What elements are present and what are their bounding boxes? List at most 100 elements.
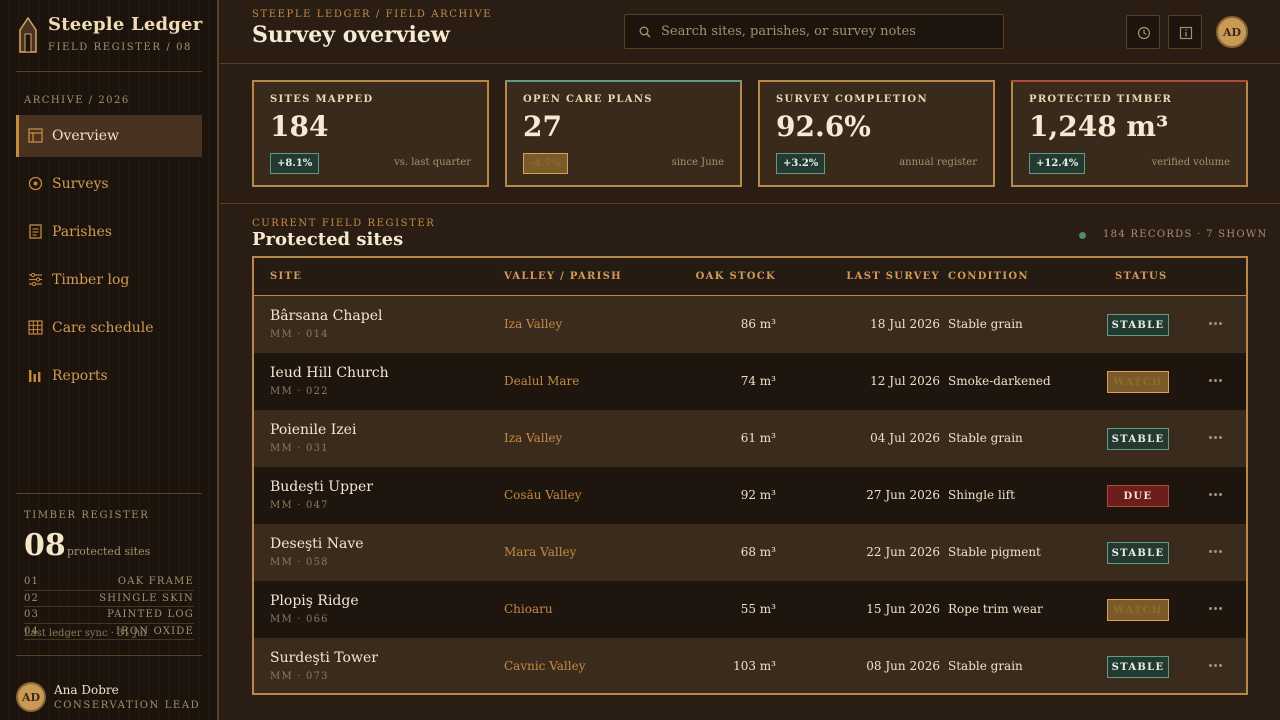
- more-options-icon[interactable]: [1207, 430, 1225, 444]
- site-name[interactable]: Plopiş Ridge: [270, 593, 359, 609]
- table-row[interactable]: Deseşti Nave MM · 058 Mara Valley 68 m³ 22 J…: [254, 524, 1246, 581]
- sites-table: SITE VALLEY / PARISH OAK STOCK LAST SURV…: [252, 256, 1248, 695]
- site-name[interactable]: Budeşti Upper: [270, 479, 373, 495]
- steeple-logo-icon: [19, 17, 37, 53]
- brand-subtitle: FIELD REGISTER / 08: [48, 42, 192, 53]
- user-profile[interactable]: AD Ana Dobre CONSERVATION LEAD: [16, 655, 202, 720]
- column-header-last-survey[interactable]: LAST SURVEY: [846, 271, 940, 282]
- table-row[interactable]: Budeşti Upper MM · 047 Cosău Valley 92 m³ 27…: [254, 467, 1246, 524]
- condition: Rope trim wear: [948, 602, 1043, 616]
- last-survey-date: 22 Jun 2026: [866, 545, 940, 559]
- card-accent-bar: [758, 80, 995, 82]
- search-box[interactable]: [624, 14, 1004, 49]
- site-name[interactable]: Surdeşti Tower: [270, 650, 378, 666]
- user-role: CONSERVATION LEAD: [54, 700, 201, 711]
- sidebar: Steeple Ledger FIELD REGISTER / 08 ARCHI…: [0, 0, 219, 720]
- register-row-number: 01: [24, 576, 40, 587]
- sidebar-item-label: Reports: [52, 368, 108, 384]
- metric-label: PROTECTED TIMBER: [1029, 94, 1173, 105]
- metric-label: OPEN CARE PLANS: [523, 94, 653, 105]
- account-avatar[interactable]: AD: [1216, 16, 1248, 48]
- info-button[interactable]: [1168, 15, 1202, 49]
- oak-stock: 92 m³: [740, 488, 776, 502]
- register-count-label: protected sites: [67, 545, 151, 558]
- layout-icon: [28, 128, 43, 143]
- register-row-label: SHINGLE SKIN: [99, 592, 194, 604]
- sidebar-item-care-schedule[interactable]: Care schedule: [16, 307, 202, 349]
- status-badge: WATCH: [1107, 599, 1169, 621]
- oak-stock: 61 m³: [740, 431, 776, 445]
- metric-value: 27: [523, 110, 562, 143]
- brand: Steeple Ledger FIELD REGISTER / 08: [16, 14, 202, 72]
- condition: Stable pigment: [948, 545, 1041, 559]
- timber-register: TIMBER REGISTER 08 protected sites 01 OAK…: [16, 493, 202, 643]
- status-badge: DUE: [1107, 485, 1169, 507]
- history-button[interactable]: [1126, 15, 1160, 49]
- oak-stock: 103 m³: [733, 659, 776, 673]
- table-row[interactable]: Plopiş Ridge MM · 066 Chioaru 55 m³ 15 Jun 2…: [254, 581, 1246, 638]
- site-name[interactable]: Poienile Izei: [270, 422, 356, 438]
- column-header-site[interactable]: SITE: [270, 271, 302, 282]
- sidebar-item-label: Care schedule: [52, 320, 154, 336]
- register-row: 01 OAK FRAME: [24, 574, 194, 591]
- site-name[interactable]: Deseşti Nave: [270, 536, 364, 552]
- register-row-number: 03: [24, 609, 40, 620]
- valley-link[interactable]: Mara Valley: [504, 545, 576, 559]
- search-icon: [639, 26, 651, 38]
- metric-note: since June: [671, 157, 724, 168]
- metric-value: 1,248 m³: [1029, 110, 1169, 143]
- valley-link[interactable]: Chioaru: [504, 602, 553, 616]
- table-row[interactable]: Poienile Izei MM · 031 Iza Valley 61 m³ 04 J…: [254, 410, 1246, 467]
- table-row[interactable]: Bârsana Chapel MM · 014 Iza Valley 86 m³ 18 …: [254, 296, 1246, 353]
- oak-stock: 68 m³: [740, 545, 776, 559]
- site-code: MM · 058: [270, 557, 329, 568]
- grid-icon: [28, 320, 43, 335]
- register-row-number: 02: [24, 592, 40, 604]
- oak-stock: 86 m³: [740, 317, 776, 331]
- site-name[interactable]: Bârsana Chapel: [270, 308, 382, 324]
- more-options-icon[interactable]: [1207, 544, 1225, 558]
- nav-heading: ARCHIVE / 2026: [24, 95, 130, 106]
- card-accent-bar: [252, 80, 489, 82]
- status-dot-icon: [1079, 232, 1086, 239]
- sidebar-item-label: Parishes: [52, 224, 112, 240]
- more-options-icon[interactable]: [1207, 373, 1225, 387]
- sidebar-item-parishes[interactable]: Parishes: [16, 211, 202, 253]
- more-options-icon[interactable]: [1207, 316, 1225, 330]
- register-row-label: OAK FRAME: [117, 576, 194, 587]
- status-badge: STABLE: [1107, 656, 1169, 678]
- condition: Stable grain: [948, 659, 1023, 673]
- register-row: 02 SHINGLE SKIN: [24, 591, 194, 607]
- site-code: MM · 073: [270, 671, 329, 682]
- valley-link[interactable]: Dealul Mare: [504, 374, 579, 388]
- table-row[interactable]: Surdeşti Tower MM · 073 Cavnic Valley 103 m…: [254, 638, 1246, 693]
- site-code: MM · 022: [270, 386, 329, 397]
- sidebar-nav: Overview Surveys Parishes Timber log Car…: [16, 115, 202, 403]
- valley-link[interactable]: Cosău Valley: [504, 488, 582, 502]
- more-options-icon[interactable]: [1207, 658, 1225, 672]
- column-header-valley[interactable]: VALLEY / PARISH: [504, 271, 622, 282]
- sidebar-item-label: Surveys: [52, 176, 109, 192]
- valley-link[interactable]: Cavnic Valley: [504, 659, 586, 673]
- sidebar-item-overview[interactable]: Overview: [16, 115, 202, 157]
- column-header-oak-stock[interactable]: OAK STOCK: [696, 271, 776, 282]
- metric-card-open-care-plans: OPEN CARE PLANS 27 -4.7% since June: [505, 80, 742, 187]
- more-options-icon[interactable]: [1207, 601, 1225, 615]
- column-header-condition[interactable]: CONDITION: [948, 271, 1029, 282]
- valley-link[interactable]: Iza Valley: [504, 431, 562, 445]
- last-survey-date: 18 Jul 2026: [870, 317, 940, 331]
- sidebar-item-surveys[interactable]: Surveys: [16, 163, 202, 205]
- metric-card-survey-completion: SURVEY COMPLETION 92.6% +3.2% annual reg…: [758, 80, 995, 187]
- sidebar-item-timber-log[interactable]: Timber log: [16, 259, 202, 301]
- column-header-status[interactable]: STATUS: [1115, 271, 1168, 282]
- site-name[interactable]: Ieud Hill Church: [270, 365, 389, 381]
- search-input[interactable]: [661, 15, 991, 48]
- table-row[interactable]: Ieud Hill Church MM · 022 Dealul Mare 74 m³…: [254, 353, 1246, 410]
- more-options-icon[interactable]: [1207, 487, 1225, 501]
- sidebar-item-reports[interactable]: Reports: [16, 355, 202, 397]
- metric-delta-badge: +3.2%: [776, 153, 826, 174]
- condition: Shingle lift: [948, 488, 1015, 502]
- valley-link[interactable]: Iza Valley: [504, 317, 562, 331]
- user-avatar[interactable]: AD: [16, 682, 46, 712]
- register-row-label: PAINTED LOG: [107, 609, 194, 620]
